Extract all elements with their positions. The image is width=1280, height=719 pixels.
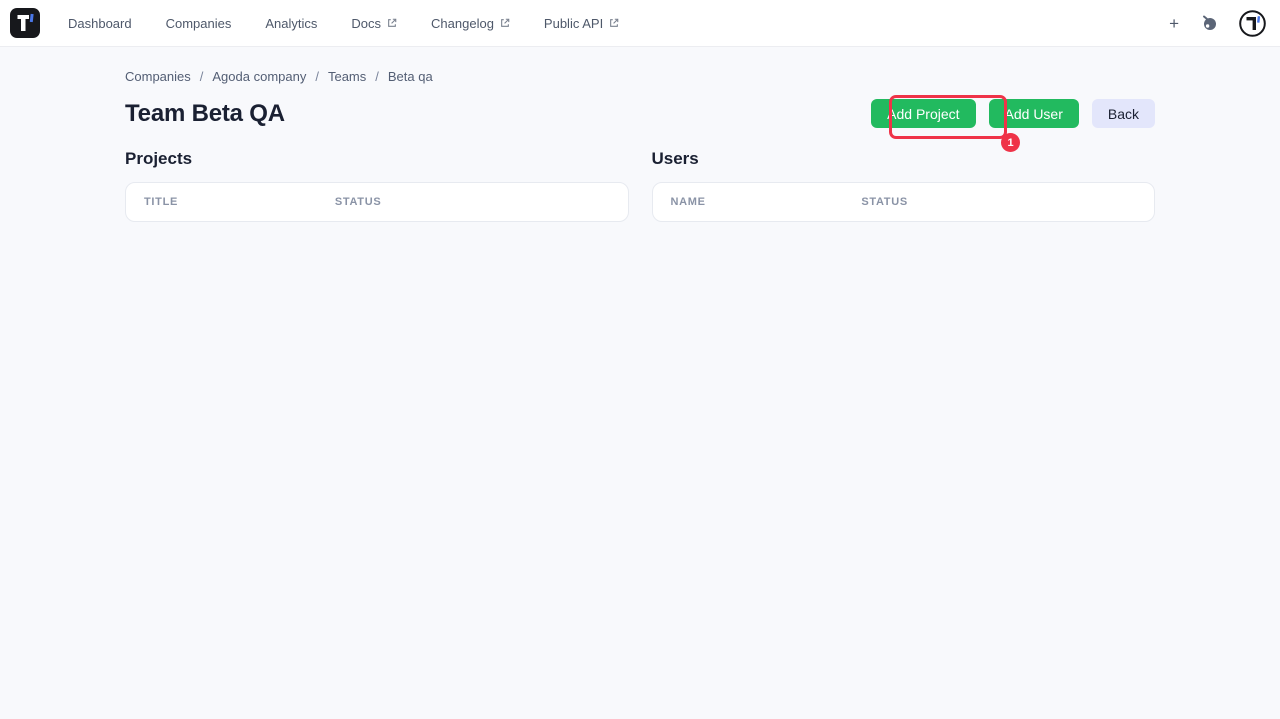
users-column-name: NAME <box>670 196 706 208</box>
users-section: Users NAME STATUS <box>651 149 1155 222</box>
search-icon[interactable] <box>1200 14 1218 32</box>
external-link-icon <box>610 18 619 27</box>
user-avatar[interactable] <box>1239 9 1266 37</box>
external-link-icon <box>501 18 510 27</box>
app-logo-icon[interactable] <box>10 8 40 38</box>
projects-column-title: TITLE <box>144 196 179 208</box>
projects-column-status: STATUS <box>334 196 382 208</box>
top-navbar: Dashboard Companies Analytics Docs Chang… <box>0 0 1280 47</box>
page-actions: Add Project Add User Back <box>871 99 1155 128</box>
breadcrumb-separator: / <box>315 69 319 84</box>
users-table: NAME STATUS <box>651 182 1155 222</box>
main-nav: Dashboard Companies Analytics Docs Chang… <box>68 16 619 31</box>
nav-item-label: Analytics <box>265 15 318 31</box>
projects-section: Projects TITLE STATUS <box>125 149 629 222</box>
users-table-header: NAME STATUS <box>653 183 1155 221</box>
main-content: Companies / Agoda company / Teams / Beta… <box>125 47 1155 222</box>
page-title: Team Beta QA <box>125 99 285 127</box>
projects-table-header: TITLE STATUS <box>126 183 628 221</box>
breadcrumb: Companies / Agoda company / Teams / Beta… <box>125 69 1155 84</box>
add-project-button[interactable]: Add Project <box>871 99 976 128</box>
nav-item-docs[interactable]: Docs <box>351 16 397 31</box>
nav-item-label: Companies <box>165 15 232 31</box>
nav-item-companies[interactable]: Companies <box>166 16 232 31</box>
projects-heading: Projects <box>125 149 193 168</box>
breadcrumb-current-beta-qa: Beta qa <box>387 69 433 84</box>
back-button[interactable]: Back <box>1091 99 1155 128</box>
navbar-right-cluster: + <box>1169 9 1266 37</box>
nav-item-label: Docs <box>351 15 382 31</box>
projects-table: TITLE STATUS <box>125 182 629 222</box>
nav-item-dashboard[interactable]: Dashboard <box>68 16 132 31</box>
breadcrumb-link-companies[interactable]: Companies <box>125 69 191 84</box>
title-row: Team Beta QA Add Project Add User Back <box>125 99 1155 128</box>
breadcrumb-link-teams[interactable]: Teams <box>328 69 366 84</box>
sections-grid: Projects TITLE STATUS Users NAME STATUS <box>125 149 1155 222</box>
breadcrumb-separator: / <box>199 69 204 84</box>
breadcrumb-separator: / <box>375 69 379 84</box>
nav-item-changelog[interactable]: Changelog <box>431 16 510 31</box>
nav-item-label: Public API <box>543 15 604 31</box>
external-link-icon <box>388 18 397 27</box>
nav-item-label: Dashboard <box>68 15 132 31</box>
add-icon[interactable]: + <box>1169 15 1179 32</box>
add-user-button[interactable]: Add User <box>988 99 1079 128</box>
nav-item-label: Changelog <box>431 15 494 31</box>
users-heading: Users <box>651 149 699 168</box>
nav-item-analytics[interactable]: Analytics <box>265 16 317 31</box>
users-column-status: STATUS <box>861 196 908 208</box>
breadcrumb-link-agoda-company[interactable]: Agoda company <box>212 69 306 84</box>
nav-item-public-api[interactable]: Public API <box>544 16 619 31</box>
